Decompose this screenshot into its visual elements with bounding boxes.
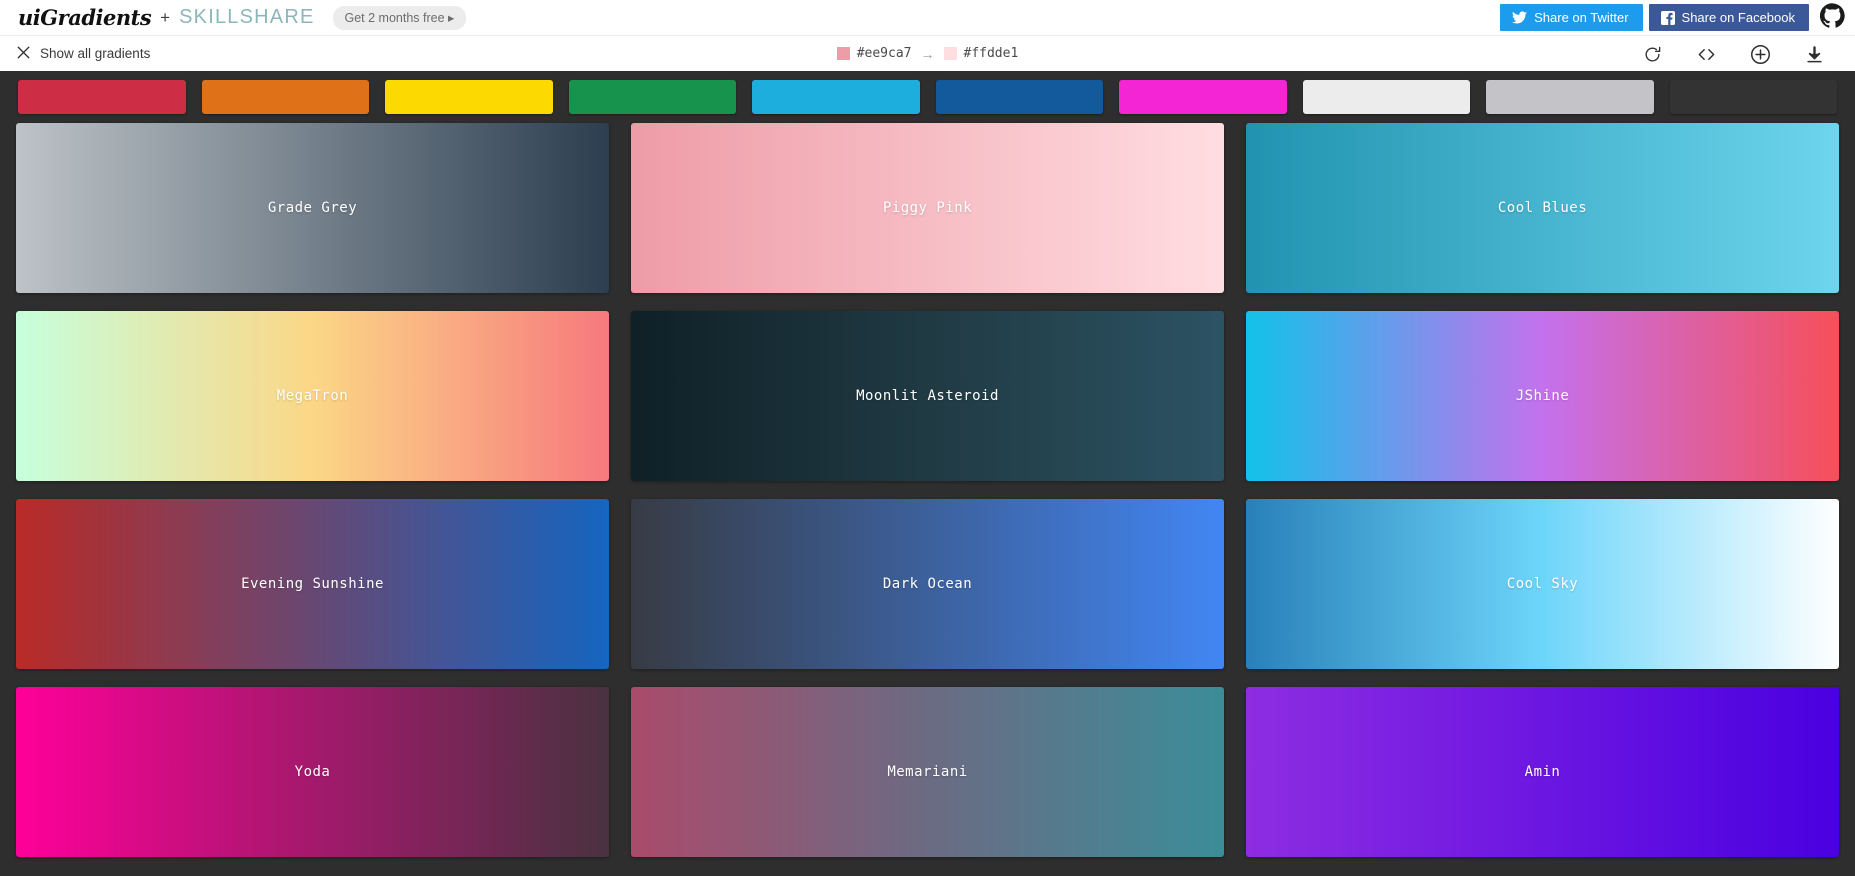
end-color-swatch <box>944 47 957 60</box>
show-all-gradients-button[interactable]: Show all gradients <box>0 45 150 63</box>
plus-circle-icon[interactable] <box>1733 36 1787 72</box>
gradient-card-name: Grade Grey <box>268 200 357 216</box>
gradient-card[interactable]: JShine <box>1246 311 1839 481</box>
color-filter-black[interactable] <box>1670 80 1838 114</box>
gradient-card[interactable]: Dark Ocean <box>631 499 1224 669</box>
current-gradient-display: #ee9ca7 → #ffdde1 <box>0 46 1855 62</box>
color-filter-green[interactable] <box>569 80 737 114</box>
gradient-card-name: MegaTron <box>277 388 348 404</box>
gradient-toolbar: Show all gradients #ee9ca7 → #ffdde1 <box>0 35 1855 71</box>
gradient-card-name: Dark Ocean <box>883 576 972 592</box>
twitter-icon <box>1512 11 1527 24</box>
color-filter-white[interactable] <box>1303 80 1471 114</box>
gradient-card[interactable]: MegaTron <box>16 311 609 481</box>
gradient-arrow-icon: → <box>921 46 935 62</box>
start-color-swatch <box>837 47 850 60</box>
rotate-icon[interactable] <box>1625 36 1679 72</box>
gradient-start-chip[interactable]: #ee9ca7 <box>837 46 912 61</box>
gradient-card-name: Moonlit Asteroid <box>856 388 999 404</box>
color-filter-grey[interactable] <box>1486 80 1654 114</box>
gradient-card[interactable]: Evening Sunshine <box>16 499 609 669</box>
color-filter-light-blue[interactable] <box>752 80 920 114</box>
gradient-card-name: Amin <box>1525 764 1561 780</box>
color-filter-blue[interactable] <box>936 80 1104 114</box>
gradient-grid: Grade Grey Piggy Pink Cool Blues MegaTron Mo… <box>0 123 1855 873</box>
color-filter-orange[interactable] <box>202 80 370 114</box>
share-twitter-label: Share on Twitter <box>1534 10 1628 25</box>
gradient-end-chip[interactable]: #ffdde1 <box>944 46 1019 61</box>
color-filter-yellow[interactable] <box>385 80 553 114</box>
color-filter-row <box>0 71 1855 123</box>
partner-logo[interactable]: SKILLSHARE <box>179 6 314 29</box>
gradient-card[interactable]: Moonlit Asteroid <box>631 311 1224 481</box>
promo-button[interactable]: Get 2 months free ▸ <box>333 6 467 30</box>
gradient-card-name: JShine <box>1516 388 1570 404</box>
download-icon[interactable] <box>1787 36 1841 72</box>
gradient-card[interactable]: Yoda <box>16 687 609 857</box>
brand-group: uiGradients + SKILLSHARE Get 2 months fr… <box>0 5 466 30</box>
gradient-card-name: Cool Blues <box>1498 200 1587 216</box>
gradient-card[interactable]: Memariani <box>631 687 1224 857</box>
github-icon[interactable] <box>1820 3 1845 33</box>
gradient-card-name: Cool Sky <box>1507 576 1578 592</box>
share-facebook-button[interactable]: Share on Facebook <box>1649 4 1809 31</box>
share-facebook-label: Share on Facebook <box>1682 10 1795 25</box>
show-all-gradients-label: Show all gradients <box>40 46 150 61</box>
end-color-hex: #ffdde1 <box>964 46 1019 61</box>
gradient-card-name: Memariani <box>887 764 967 780</box>
gradient-card-name: Piggy Pink <box>883 200 972 216</box>
share-group: Share on Twitter Share on Facebook <box>1500 0 1855 35</box>
toolbar-actions <box>1625 36 1841 72</box>
plus-separator: + <box>160 8 170 28</box>
gradient-card[interactable]: Amin <box>1246 687 1839 857</box>
gradient-card[interactable]: Cool Blues <box>1246 123 1839 293</box>
gradient-card[interactable]: Cool Sky <box>1246 499 1839 669</box>
color-filter-red[interactable] <box>18 80 186 114</box>
close-icon <box>16 45 31 63</box>
start-color-hex: #ee9ca7 <box>857 46 912 61</box>
gradient-card[interactable]: Grade Grey <box>16 123 609 293</box>
site-logo[interactable]: uiGradients <box>18 5 151 30</box>
top-header: uiGradients + SKILLSHARE Get 2 months fr… <box>0 0 1855 35</box>
gradient-card[interactable]: Piggy Pink <box>631 123 1224 293</box>
gradient-card-name: Evening Sunshine <box>241 576 384 592</box>
share-twitter-button[interactable]: Share on Twitter <box>1500 4 1642 31</box>
facebook-icon <box>1661 11 1675 25</box>
color-filter-magenta[interactable] <box>1119 80 1287 114</box>
gradient-card-name: Yoda <box>295 764 331 780</box>
code-icon[interactable] <box>1679 36 1733 72</box>
